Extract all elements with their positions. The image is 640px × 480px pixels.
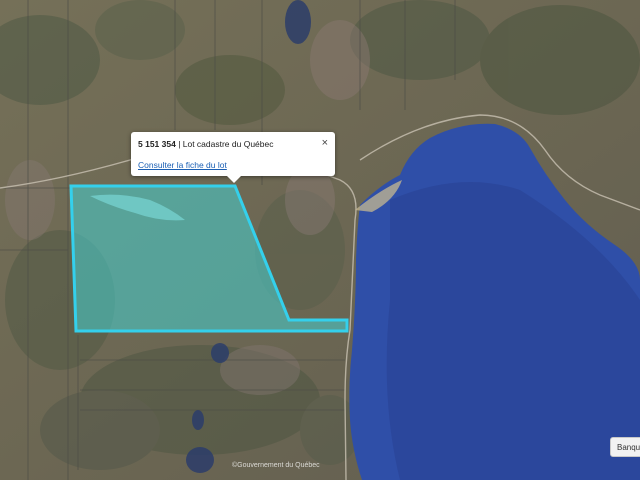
lot-popup: 5 151 354 | Lot cadastre du Québec × Con… <box>131 132 335 183</box>
lot-details-link[interactable]: Consulter la fiche du lot <box>138 160 227 170</box>
lot-type: | Lot cadastre du Québec <box>175 139 274 149</box>
popup-pointer <box>227 176 241 183</box>
map-attribution: ©Gouvernement du Québec <box>232 462 320 469</box>
close-icon[interactable]: × <box>322 137 328 149</box>
side-panel-button[interactable]: Banque <box>610 437 640 457</box>
popup-title: 5 151 354 | Lot cadastre du Québec <box>138 139 274 149</box>
lot-number: 5 151 354 <box>138 139 176 149</box>
satellite-map[interactable] <box>0 0 640 480</box>
